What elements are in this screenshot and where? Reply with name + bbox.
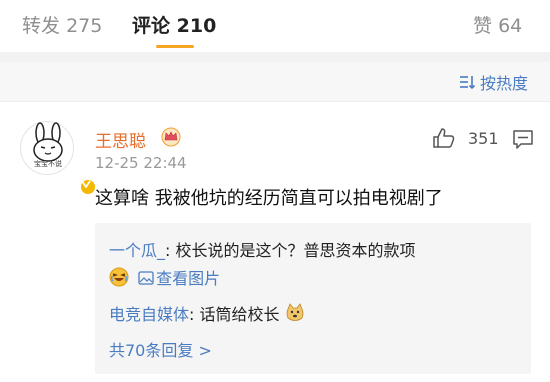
active-tab-indicator bbox=[156, 45, 194, 48]
tab-comment[interactable]: 评论 210 bbox=[132, 12, 216, 40]
like-button[interactable]: 351 bbox=[432, 127, 499, 149]
laughing-emoji-icon bbox=[109, 267, 129, 287]
comment-time: 12-25 22:44 bbox=[95, 154, 187, 172]
sort-by-hot-button[interactable]: 按热度 bbox=[458, 70, 528, 94]
comment-item: 宝宝不说 王思聪 12-25 22:44 351 这算啥 我被他坑的经历简直可以… bbox=[0, 103, 550, 382]
image-icon bbox=[138, 271, 154, 285]
view-image-label: 查看图片 bbox=[156, 269, 221, 288]
username-link[interactable]: 王思聪 bbox=[95, 127, 146, 152]
sort-label: 按热度 bbox=[479, 74, 528, 93]
avatar[interactable]: 宝宝不说 bbox=[20, 121, 97, 196]
comment-text: 这算啥 我被他坑的经历简直可以拍电视剧了 bbox=[95, 188, 443, 209]
tab-repost-label: 转发 bbox=[22, 15, 61, 37]
tab-repost-count: 275 bbox=[66, 15, 103, 37]
tab-likes-label: 赞 bbox=[473, 15, 493, 37]
section-divider bbox=[0, 52, 550, 62]
tab-likes[interactable]: 赞 64 bbox=[473, 12, 522, 40]
avatar-caption: 宝宝不说 bbox=[34, 160, 62, 168]
reply-username[interactable]: 一个瓜_ bbox=[109, 241, 165, 260]
tab-likes-count: 64 bbox=[498, 15, 523, 37]
reply-item[interactable]: 电竞自媒体: 话筒给校长 bbox=[109, 301, 305, 325]
replies-box[interactable]: 一个瓜_: 校长说的是这个？普思资本的款项 查看图片 电竞自媒体: 话筒给校长 bbox=[95, 223, 531, 374]
reply-item[interactable]: 一个瓜_: 校长说的是这个？普思资本的款项 bbox=[109, 237, 416, 261]
reply-text: : 话筒给校长 bbox=[189, 305, 280, 324]
tab-comment-count: 210 bbox=[176, 15, 217, 37]
tab-comment-label: 评论 bbox=[132, 15, 171, 37]
sort-bar: 按热度 bbox=[0, 62, 550, 102]
sort-icon bbox=[459, 76, 476, 90]
view-image-link[interactable]: 查看图片 bbox=[134, 269, 220, 288]
more-replies-link[interactable]: 共70条回复 > bbox=[109, 337, 212, 361]
reply-text: : 校长说的是这个？普思资本的款项 bbox=[165, 241, 416, 260]
doge-emoji-icon bbox=[286, 303, 303, 321]
tab-bar: 转发 275 评论 210 赞 64 bbox=[0, 0, 550, 52]
crown-icon bbox=[161, 127, 181, 147]
reply-username[interactable]: 电竞自媒体 bbox=[109, 305, 189, 324]
like-count: 351 bbox=[468, 128, 499, 148]
thumbs-up-icon bbox=[433, 128, 455, 148]
reply-attachment: 查看图片 bbox=[109, 265, 220, 289]
tab-repost[interactable]: 转发 275 bbox=[22, 12, 102, 40]
comment-icon[interactable] bbox=[512, 129, 534, 149]
